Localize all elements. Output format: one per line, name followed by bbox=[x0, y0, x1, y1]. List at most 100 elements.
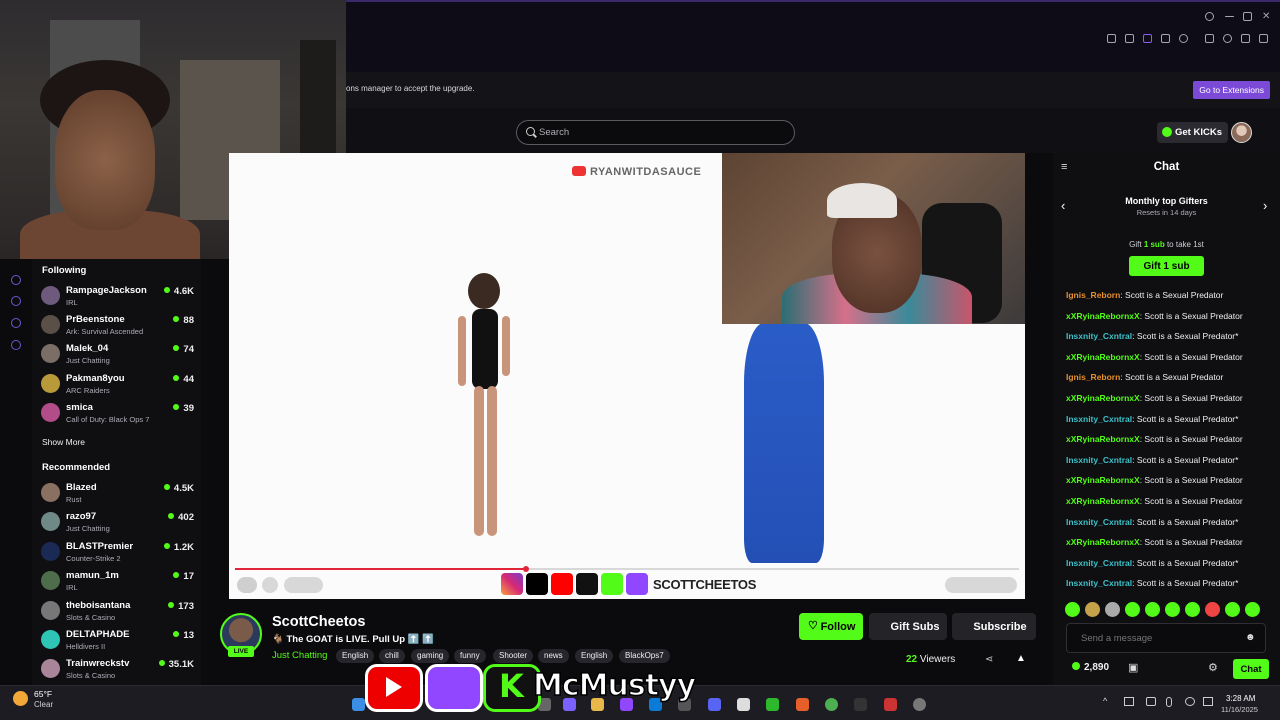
chat-username[interactable]: xXRyinaRebornxX bbox=[1066, 311, 1140, 321]
volume-icon[interactable] bbox=[1203, 697, 1213, 706]
chat-send-button[interactable]: Chat bbox=[1233, 659, 1269, 679]
emote-icon[interactable] bbox=[1145, 602, 1160, 617]
sidebar-channel[interactable]: DELTAPHADE Helldivers II 13 bbox=[40, 627, 194, 655]
user-avatar[interactable] bbox=[1231, 122, 1252, 143]
sidebar-channel[interactable]: Malek_04 Just Chatting 74 bbox=[40, 341, 194, 369]
tray-icon[interactable] bbox=[1146, 697, 1156, 706]
menu-icon[interactable] bbox=[1259, 34, 1268, 43]
chrome-icon[interactable] bbox=[825, 698, 838, 711]
chat-username[interactable]: Ignis_Reborn bbox=[1066, 290, 1120, 300]
chat-username[interactable]: Insxnity_Cxntral bbox=[1066, 558, 1132, 568]
emote-icon[interactable] bbox=[1205, 602, 1220, 617]
emote-icon[interactable] bbox=[1105, 602, 1120, 617]
follow-button[interactable]: Follow bbox=[799, 613, 863, 640]
subscribe-button[interactable]: Subscribe bbox=[952, 613, 1036, 640]
emote-icon[interactable] bbox=[1165, 602, 1180, 617]
kicks-balance[interactable]: 2,890 bbox=[1072, 662, 1109, 673]
taskbar-app-icon[interactable] bbox=[766, 698, 779, 711]
twitch-extension-icon[interactable] bbox=[1143, 34, 1152, 43]
emote-icon[interactable] bbox=[1085, 602, 1100, 617]
chevron-up-icon[interactable]: ^ bbox=[1103, 696, 1107, 706]
channel-category: Rust bbox=[66, 495, 82, 504]
minimize-icon[interactable] bbox=[1225, 16, 1234, 17]
sidebar-channel[interactable]: razo97 Just Chatting 402 bbox=[40, 509, 194, 537]
go-to-extensions-button[interactable]: Go to Extensions bbox=[1193, 81, 1270, 99]
stream-category[interactable]: Just Chatting bbox=[272, 650, 327, 661]
search-icon[interactable] bbox=[1205, 12, 1214, 21]
chat-username[interactable]: Insxnity_Cxntral bbox=[1066, 517, 1132, 527]
report-icon[interactable]: ▲ bbox=[1016, 653, 1026, 664]
store-icon[interactable]: ▣ bbox=[1128, 661, 1138, 674]
channel-category: Counter-Strike 2 bbox=[66, 554, 121, 563]
gift-sub-button[interactable]: Gift 1 sub bbox=[1129, 256, 1204, 276]
taskbar-app-icon[interactable] bbox=[796, 698, 809, 711]
chat-username[interactable]: Insxnity_Cxntral bbox=[1066, 331, 1132, 341]
chat-bubble-icon[interactable] bbox=[11, 318, 21, 328]
share-icon[interactable]: ⋖ bbox=[985, 654, 993, 665]
video-player[interactable]: RYANWITDASAUCE SCOTTCHEETOS bbox=[229, 153, 1025, 599]
wifi-icon[interactable] bbox=[1185, 697, 1195, 706]
seek-bar[interactable] bbox=[235, 566, 1019, 572]
sidebar-channel[interactable]: theboisantana Slots & Casino 173 bbox=[40, 598, 194, 626]
streamer-name[interactable]: ScottCheetos bbox=[272, 614, 365, 630]
chat-username[interactable]: xXRyinaRebornxX bbox=[1066, 475, 1140, 485]
volume-control[interactable] bbox=[284, 577, 323, 593]
chat-username[interactable]: Insxnity_Cxntral bbox=[1066, 455, 1132, 465]
taskbar-app-icon[interactable] bbox=[854, 698, 867, 711]
sidebar-channel[interactable]: mamun_1m IRL 17 bbox=[40, 568, 194, 596]
rewind-button[interactable] bbox=[262, 577, 278, 593]
sidebar-channel[interactable]: smica Call of Duty: Black Ops 7 39 bbox=[40, 400, 194, 428]
close-icon[interactable]: ✕ bbox=[1262, 12, 1271, 22]
sidebar-channel[interactable]: PrBeenstone Ark: Survival Ascended 88 bbox=[40, 312, 194, 340]
emote-icon[interactable] bbox=[1125, 602, 1140, 617]
sidebar-channel[interactable]: Pakman8you ARC Raiders 44 bbox=[40, 371, 194, 399]
settings-icon[interactable] bbox=[11, 340, 21, 350]
chat-username[interactable]: xXRyinaRebornxX bbox=[1066, 537, 1140, 547]
get-kicks-button[interactable]: Get KICKs bbox=[1157, 122, 1228, 143]
sidebar-channel[interactable]: Blazed Rust 4.5K bbox=[40, 480, 194, 508]
maximize-icon[interactable] bbox=[1243, 12, 1252, 21]
download-icon[interactable] bbox=[1241, 34, 1250, 43]
emoji-icon[interactable]: ☻ bbox=[1245, 632, 1256, 643]
obs-icon[interactable] bbox=[913, 698, 926, 711]
sidebar-channel[interactable]: BLASTPremier Counter-Strike 2 1.2K bbox=[40, 539, 194, 567]
chat-username[interactable]: xXRyinaRebornxX bbox=[1066, 352, 1140, 362]
clock-time[interactable]: 3:28 AM bbox=[1226, 694, 1255, 703]
chat-username[interactable]: Insxnity_Cxntral bbox=[1066, 578, 1132, 588]
search-input[interactable]: Search bbox=[516, 120, 795, 145]
home-icon[interactable] bbox=[11, 275, 21, 285]
chat-username[interactable]: xXRyinaRebornxX bbox=[1066, 434, 1140, 444]
pause-button[interactable] bbox=[237, 577, 257, 593]
emote-icon[interactable] bbox=[1225, 602, 1240, 617]
chat-username[interactable]: Ignis_Reborn bbox=[1066, 372, 1120, 382]
sidebar-channel[interactable]: Trainwreckstv Slots & Casino 35.1K bbox=[40, 656, 194, 684]
network-icon[interactable] bbox=[1124, 697, 1134, 706]
screenshot-icon[interactable] bbox=[1125, 34, 1134, 43]
extensions-icon[interactable] bbox=[1205, 34, 1214, 43]
bookmark-icon[interactable] bbox=[1107, 34, 1116, 43]
emote-icon[interactable] bbox=[1065, 602, 1080, 617]
taskbar-app-icon[interactable] bbox=[884, 698, 897, 711]
chat-username[interactable]: Insxnity_Cxntral bbox=[1066, 414, 1132, 424]
play-icon[interactable] bbox=[1161, 34, 1170, 43]
player-settings-controls[interactable] bbox=[945, 577, 1017, 593]
gift-note: Gift 1 sub to take 1st bbox=[1053, 240, 1280, 249]
windows-start-icon[interactable] bbox=[352, 698, 365, 711]
show-more-link[interactable]: Show More bbox=[42, 437, 85, 447]
weather-temperature[interactable]: 65°F bbox=[34, 689, 52, 699]
heart-icon[interactable] bbox=[1179, 34, 1188, 43]
emote-icon[interactable] bbox=[1185, 602, 1200, 617]
following-icon[interactable] bbox=[11, 296, 21, 306]
chat-username[interactable]: xXRyinaRebornxX bbox=[1066, 393, 1140, 403]
weather-description[interactable]: Clear bbox=[34, 700, 53, 709]
settings-icon[interactable]: ⚙ bbox=[1208, 661, 1218, 674]
chat-username[interactable]: xXRyinaRebornxX bbox=[1066, 496, 1140, 506]
microphone-icon[interactable] bbox=[1166, 697, 1172, 707]
sidebar-channel[interactable]: RampageJackson IRL 4.6K bbox=[40, 283, 194, 311]
chat-input[interactable] bbox=[1066, 623, 1266, 653]
store-icon[interactable] bbox=[737, 698, 750, 711]
profile-icon[interactable] bbox=[1223, 34, 1232, 43]
clock-date[interactable]: 11/16/2025 bbox=[1221, 705, 1258, 714]
gift-subs-button[interactable]: Gift Subs bbox=[869, 613, 947, 640]
emote-icon[interactable] bbox=[1245, 602, 1260, 617]
